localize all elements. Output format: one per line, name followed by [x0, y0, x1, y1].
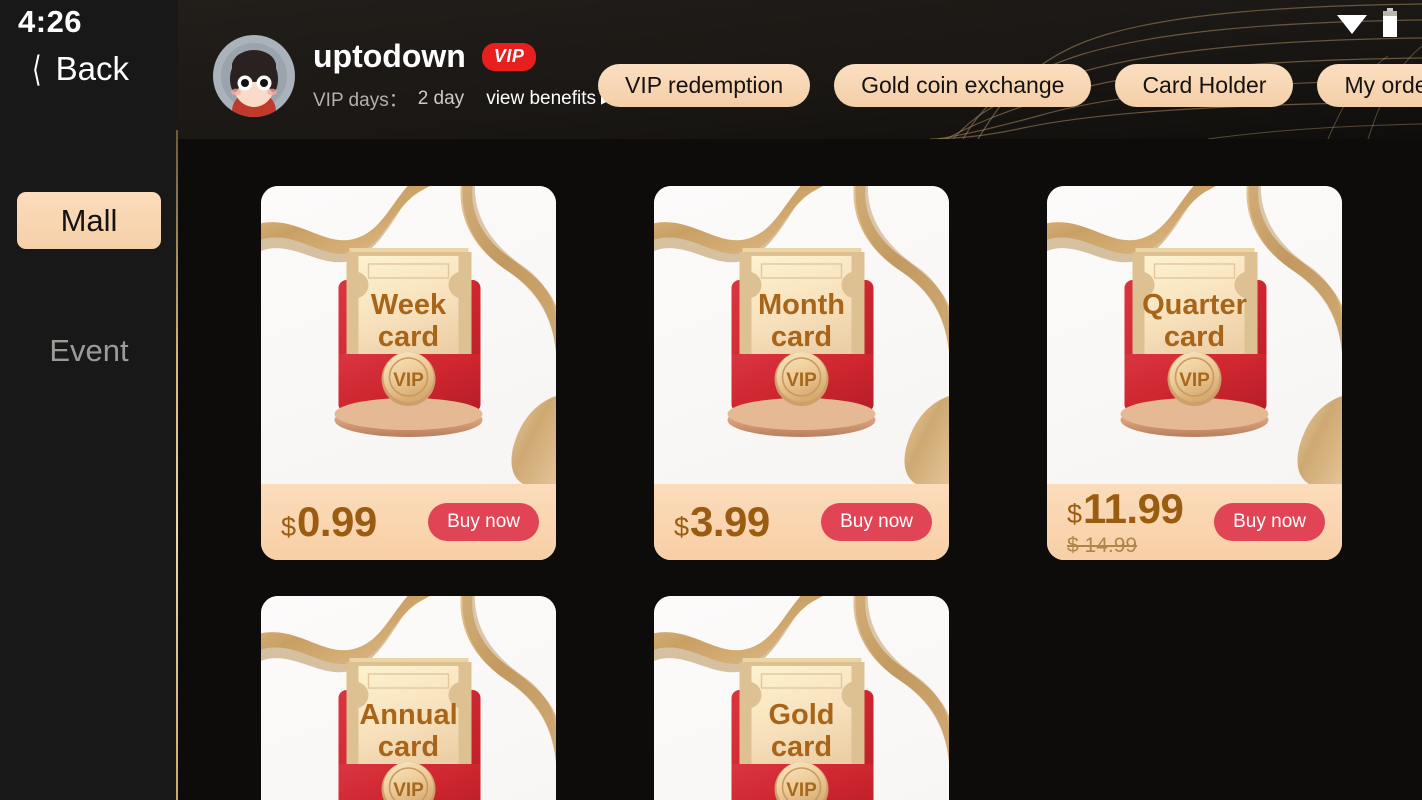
- back-button-label: Back: [55, 50, 130, 87]
- product-card-art: Gold card VIP: [654, 596, 949, 800]
- buy-now-label: Buy now: [447, 511, 520, 532]
- avatar[interactable]: [213, 35, 295, 117]
- product-card-art: Week card VIP: [261, 186, 556, 484]
- product-old-price: $ 14.99: [1067, 534, 1138, 557]
- product-card-footer: $3.99 Buy now: [654, 484, 949, 560]
- voucher-coin-label: VIP: [786, 370, 817, 391]
- product-price: $11.99: [1067, 485, 1184, 532]
- product-card-3[interactable]: Quarter card VIP $11.99 $ 14.99 Buy now: [1047, 186, 1342, 560]
- app-screen: 4:26 ⟨ Back Mall Event uptodown VIP VIP …: [0, 0, 1422, 800]
- voucher-coin-label: VIP: [786, 780, 817, 800]
- product-card-2[interactable]: Month card VIP $3.99 Buy now: [654, 186, 949, 560]
- wifi-icon: [1337, 15, 1367, 34]
- vip-voucher-illustration: Gold card VIP: [731, 658, 873, 800]
- header: uptodown VIP VIP days： 2 day view benefi…: [178, 0, 1422, 139]
- nav-gold-coin-exchange-label: Gold coin exchange: [861, 72, 1065, 98]
- product-grid: Week card VIP $0.99 Buy now Month card V…: [261, 186, 1342, 800]
- voucher-coin-label: VIP: [393, 780, 424, 800]
- vip-badge: VIP: [481, 42, 537, 71]
- buy-now-button[interactable]: Buy now: [428, 503, 539, 541]
- nav-vip-redemption-label: VIP redemption: [625, 72, 784, 98]
- status-bar-icons: [1336, 8, 1398, 38]
- sidebar: 4:26 ⟨ Back Mall Event: [0, 0, 178, 800]
- nav-card-holder-label: Card Holder: [1142, 72, 1267, 98]
- vip-voucher-illustration: Annual card VIP: [338, 658, 480, 800]
- product-card-art: Annual card VIP: [261, 596, 556, 800]
- product-card-art: Month card VIP: [654, 186, 949, 484]
- vip-voucher-illustration: Week card VIP: [334, 248, 482, 437]
- product-card-art: Quarter card VIP: [1047, 186, 1342, 484]
- product-card-footer: $11.99 $ 14.99 Buy now: [1047, 484, 1342, 560]
- buy-now-label: Buy now: [1233, 511, 1306, 532]
- currency-symbol: $: [281, 512, 297, 542]
- main-content: Week card VIP $0.99 Buy now Month card V…: [178, 139, 1422, 800]
- price-amount: 0.99: [297, 498, 377, 545]
- price-amount: 11.99: [1083, 485, 1184, 532]
- product-card-1[interactable]: Week card VIP $0.99 Buy now: [261, 186, 556, 560]
- sidebar-item-mall[interactable]: Mall: [17, 192, 161, 249]
- chevron-left-icon: ⟨: [32, 49, 42, 89]
- voucher-title-line1: Week: [370, 289, 446, 321]
- product-price: $0.99: [281, 501, 377, 543]
- vip-days-label: VIP days：: [313, 90, 408, 111]
- voucher-title-line2: card: [377, 321, 438, 353]
- nav-my-orders[interactable]: My orders: [1317, 64, 1422, 107]
- sidebar-item-event[interactable]: Event: [17, 325, 161, 377]
- username: uptodown: [313, 38, 466, 74]
- voucher-title-line2: card: [770, 321, 831, 353]
- status-bar-clock: 4:26: [18, 4, 83, 39]
- buy-now-button[interactable]: Buy now: [1214, 503, 1325, 541]
- sidebar-item-mall-label: Mall: [60, 202, 118, 238]
- price-block: $0.99: [281, 501, 377, 543]
- sidebar-item-event-label: Event: [49, 333, 129, 368]
- vip-days-value: 2 day: [417, 87, 465, 109]
- price-block: $11.99 $ 14.99: [1067, 485, 1184, 557]
- voucher-title-line1: Month: [758, 289, 845, 321]
- product-card-footer: $0.99 Buy now: [261, 484, 556, 560]
- voucher-title-line1: Gold: [768, 699, 834, 731]
- back-button[interactable]: ⟨ Back: [30, 50, 129, 88]
- view-benefits-label: view benefits: [486, 87, 597, 109]
- battery-icon: [1383, 8, 1397, 37]
- vip-voucher-illustration: Month card VIP: [727, 248, 875, 437]
- voucher-coin-label: VIP: [393, 370, 424, 391]
- voucher-title-line1: Annual: [359, 699, 457, 731]
- price-block: $3.99: [674, 501, 770, 543]
- product-price: $3.99: [674, 501, 770, 543]
- voucher-title-line1: Quarter: [1142, 289, 1247, 321]
- nav-gold-coin-exchange[interactable]: Gold coin exchange: [834, 64, 1092, 107]
- vip-badge-label: VIP: [493, 45, 525, 66]
- price-amount: 3.99: [690, 498, 770, 545]
- voucher-title-line2: card: [1163, 321, 1224, 353]
- buy-now-label: Buy now: [840, 511, 913, 532]
- voucher-title-line2: card: [377, 731, 438, 763]
- user-info: uptodown VIP VIP days： 2 day view benefi…: [313, 38, 611, 112]
- product-card-4[interactable]: Annual card VIP Buy now: [261, 596, 556, 800]
- header-nav: VIP redemption Gold coin exchange Card H…: [598, 64, 1422, 107]
- voucher-title-line2: card: [770, 731, 831, 763]
- buy-now-button[interactable]: Buy now: [821, 503, 932, 541]
- product-card-5[interactable]: Gold card VIP Buy now: [654, 596, 949, 800]
- nav-my-orders-label: My orders: [1344, 72, 1422, 98]
- view-benefits-link[interactable]: view benefits ▶: [486, 88, 611, 110]
- voucher-coin-label: VIP: [1179, 370, 1210, 391]
- nav-card-holder[interactable]: Card Holder: [1115, 64, 1294, 107]
- user-avatar-icon: [214, 36, 294, 117]
- nav-vip-redemption[interactable]: VIP redemption: [598, 64, 811, 107]
- vip-voucher-illustration: Quarter card VIP: [1120, 248, 1268, 437]
- currency-symbol: $: [1067, 499, 1083, 529]
- currency-symbol: $: [674, 512, 690, 542]
